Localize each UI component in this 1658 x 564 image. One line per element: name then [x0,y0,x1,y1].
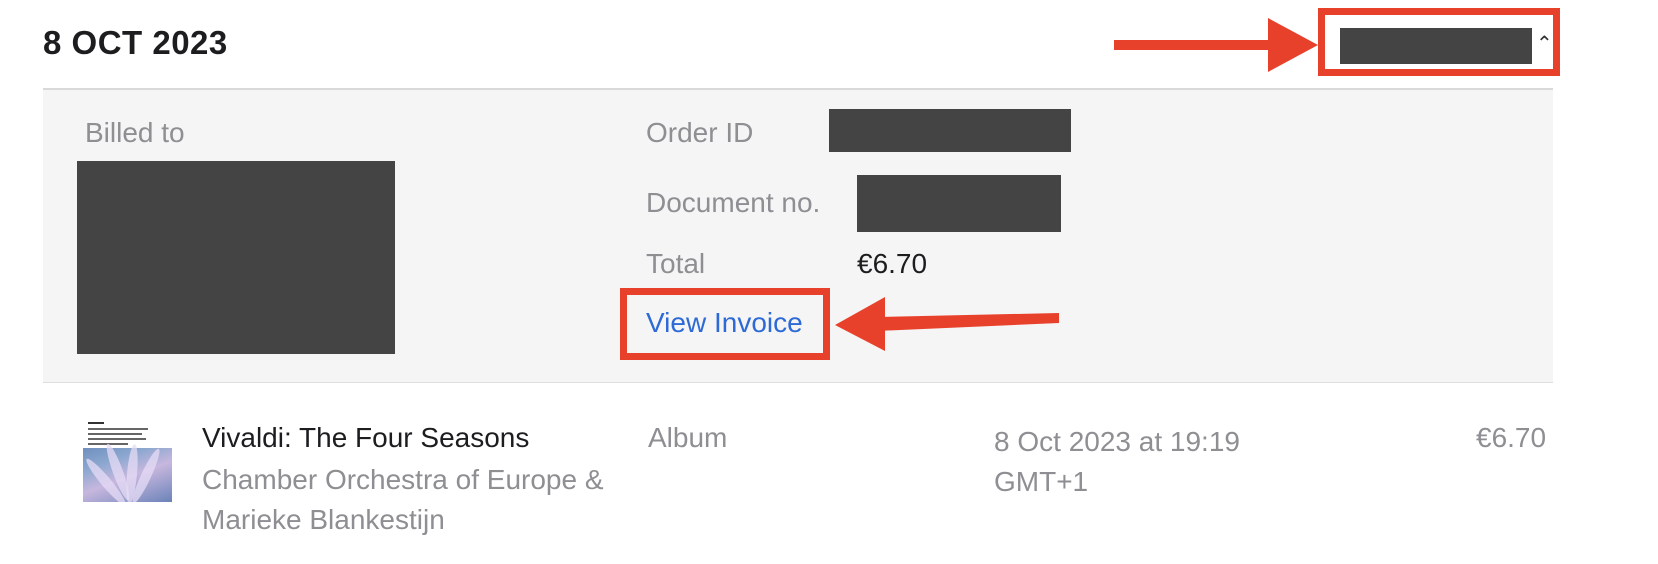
item-artist: Chamber Orchestra of Europe & Marieke Bl… [202,464,604,535]
arrow-to-invoice [835,297,1059,351]
item-title: Vivaldi: The Four Seasons [202,422,530,453]
arrow-to-toggle [1114,18,1318,72]
item-type: Album [648,422,728,453]
item-price: €6.70 [1476,422,1547,453]
item-purchase-date: 8 Oct 2023 at 19:19 GMT+1 [994,426,1240,497]
album-artwork [83,418,172,502]
